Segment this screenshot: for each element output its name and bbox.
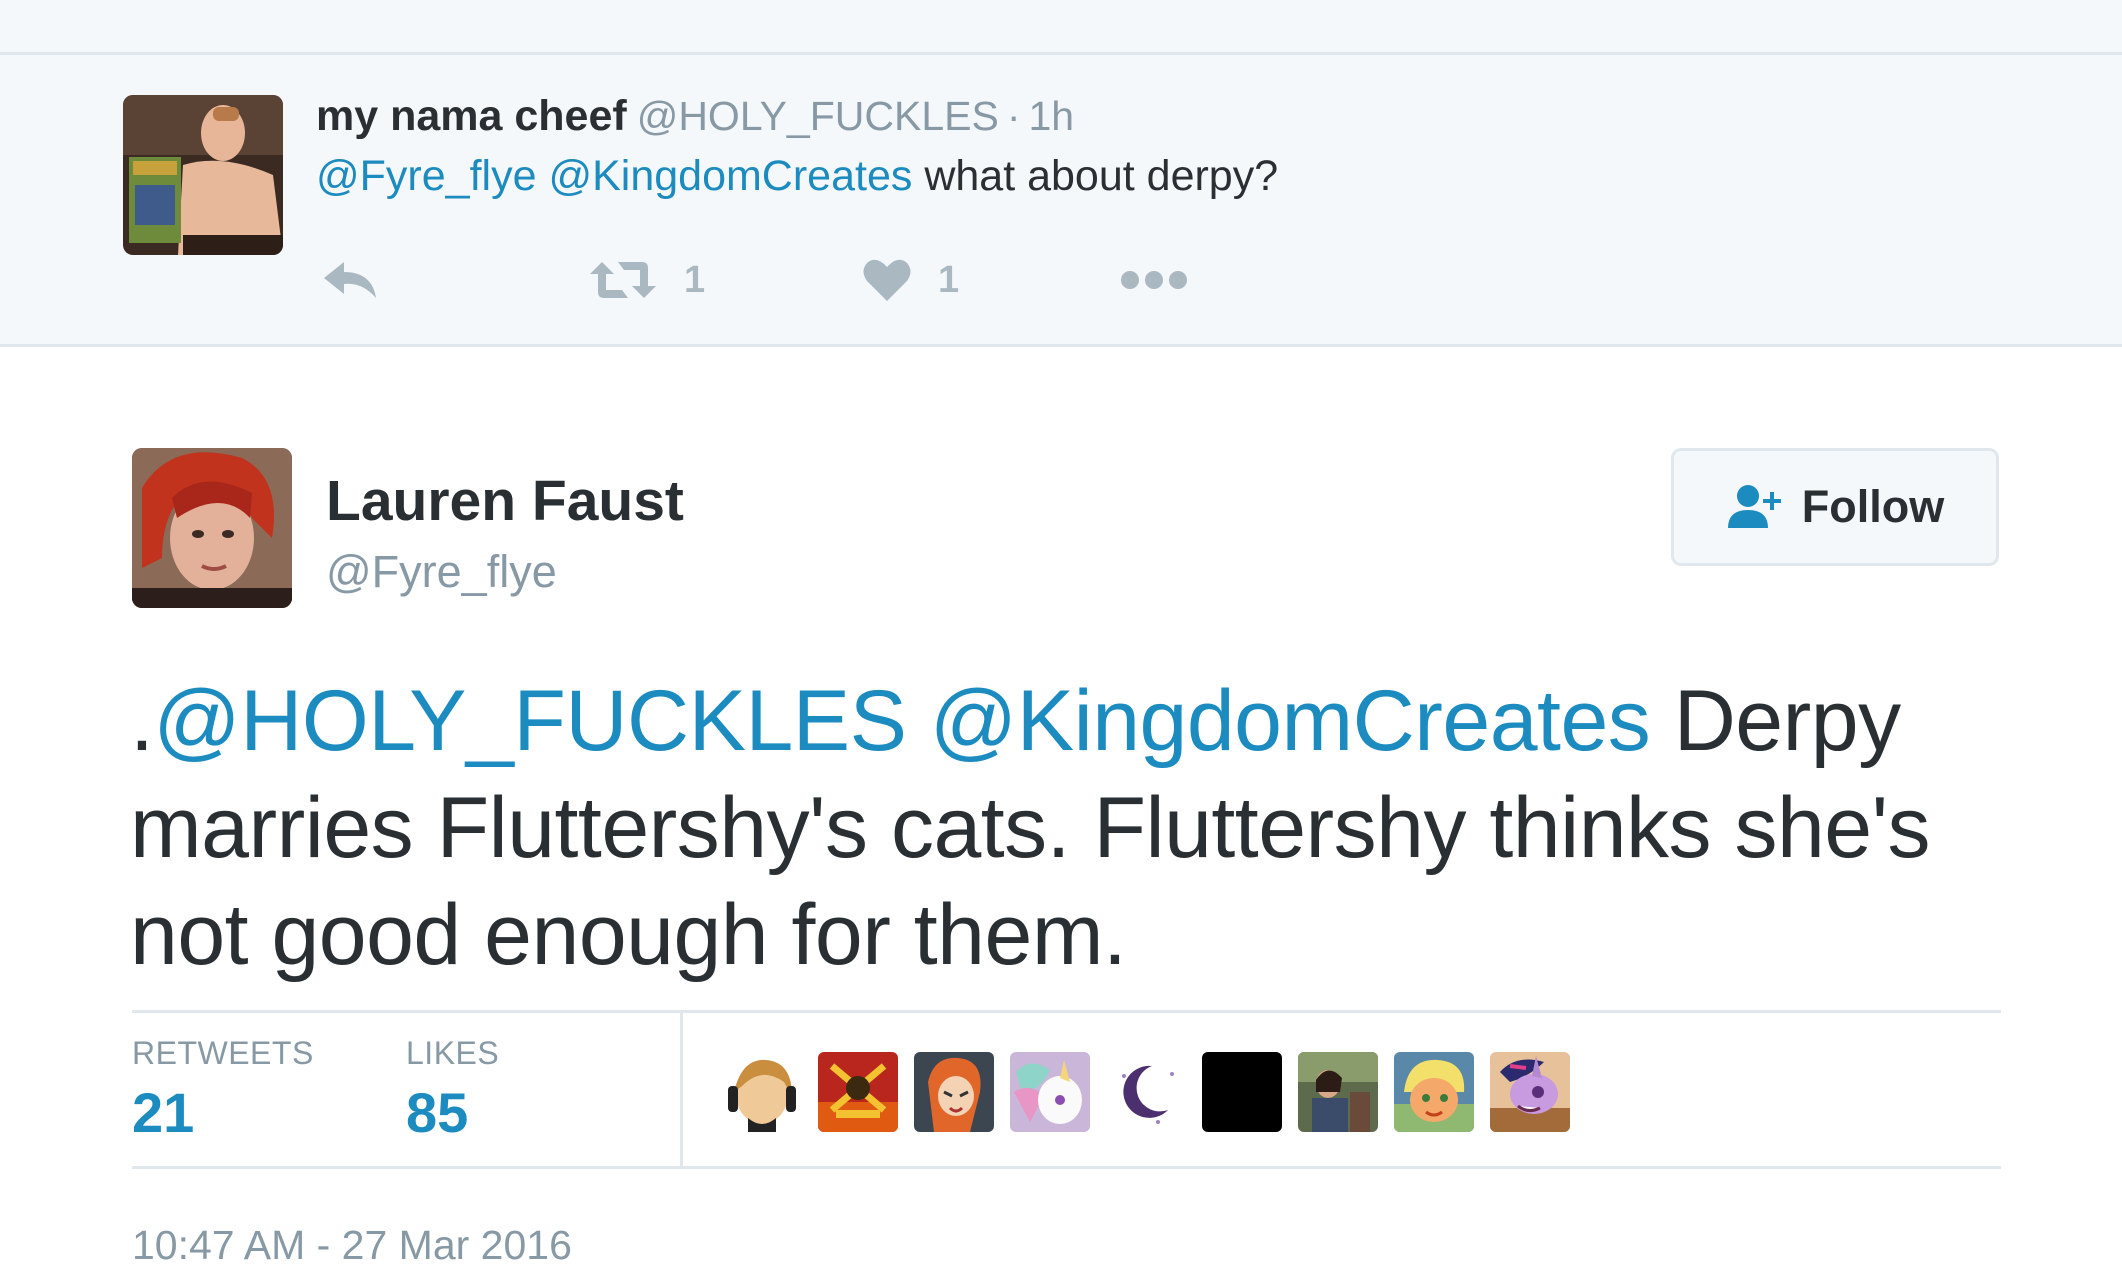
follow-user-icon <box>1727 485 1781 528</box>
retweet-icon <box>590 262 656 298</box>
retweet-count: 1 <box>684 258 706 301</box>
tweet-timestamp[interactable]: 10:47 AM - 27 Mar 2016 <box>132 1222 572 1269</box>
liker-avatar[interactable] <box>1010 1052 1090 1132</box>
author-avatar[interactable] <box>132 448 292 608</box>
reply-avatar[interactable] <box>123 95 283 255</box>
likers-avatars <box>722 1052 1586 1132</box>
reply-button[interactable] <box>322 252 378 308</box>
liker-avatar[interactable] <box>1490 1052 1570 1132</box>
tweet-text-body: marries Fluttershy's cats. Fluttershy th… <box>130 780 1931 983</box>
reply-time[interactable]: 1h <box>1029 93 1075 139</box>
author-name[interactable]: Lauren Faust <box>326 468 684 534</box>
author-handle[interactable]: @Fyre_flye <box>326 546 557 598</box>
tweet-text-line1: Derpy <box>1673 673 1901 769</box>
like-count: 1 <box>938 258 960 301</box>
divider <box>680 1013 683 1166</box>
retweets-label: RETWEETS <box>132 1035 314 1071</box>
like-button[interactable]: 1 <box>862 252 959 308</box>
likes-label: LIKES <box>406 1035 500 1071</box>
retweet-button[interactable]: 1 <box>588 252 705 308</box>
liker-avatar[interactable] <box>1298 1052 1378 1132</box>
reply-body: what about derpy? <box>924 152 1279 200</box>
reply-header: my nama cheef @HOLY_FUCKLES · 1h <box>316 92 1074 148</box>
tweet-page: my nama cheef @HOLY_FUCKLES · 1h @Fyre_flye… <box>0 0 2122 1284</box>
tweet-text: .@HOLY_FUCKLES @KingdomCreates Derpy mar… <box>130 668 2030 989</box>
liker-avatar[interactable] <box>722 1052 802 1132</box>
more-button[interactable] <box>1120 252 1188 308</box>
mention-link[interactable]: @KingdomCreates <box>930 673 1651 769</box>
reply-tweet-card: my nama cheef @HOLY_FUCKLES · 1h @Fyre_flye… <box>0 0 2122 347</box>
liker-avatar[interactable] <box>914 1052 994 1132</box>
retweets-count: 21 <box>132 1081 195 1144</box>
divider <box>132 1166 2001 1169</box>
reply-separator: · <box>1006 93 1021 139</box>
more-icon <box>1121 271 1187 289</box>
cutoff-actions <box>330 0 370 8</box>
liker-avatar[interactable] <box>1106 1052 1186 1132</box>
liker-avatar[interactable] <box>1202 1052 1282 1132</box>
likes-count: 85 <box>406 1081 469 1144</box>
divider <box>132 1010 2001 1013</box>
liker-avatar[interactable] <box>1394 1052 1474 1132</box>
liker-avatar[interactable] <box>818 1052 898 1132</box>
mention-link[interactable]: @Fyre_flye <box>316 152 536 200</box>
heart-icon <box>863 259 911 301</box>
mention-link[interactable]: @KingdomCreates <box>548 152 912 200</box>
tweet-text-prefix: . <box>130 673 154 769</box>
likes-stat[interactable]: LIKES 85 <box>406 1035 499 1145</box>
mention-link[interactable]: @HOLY_FUCKLES <box>153 673 907 769</box>
divider <box>0 52 2122 55</box>
retweets-stat[interactable]: RETWEETS 21 <box>132 1035 314 1145</box>
reply-author-name[interactable]: my nama cheef <box>316 92 627 140</box>
divider <box>0 344 2122 347</box>
follow-button[interactable]: Follow <box>1671 448 1999 566</box>
reply-text: @Fyre_flye @KingdomCreates what about de… <box>316 152 1278 201</box>
follow-label: Follow <box>1801 481 1945 532</box>
reply-icon <box>324 262 376 298</box>
reply-author-handle[interactable]: @HOLY_FUCKLES <box>637 93 999 139</box>
